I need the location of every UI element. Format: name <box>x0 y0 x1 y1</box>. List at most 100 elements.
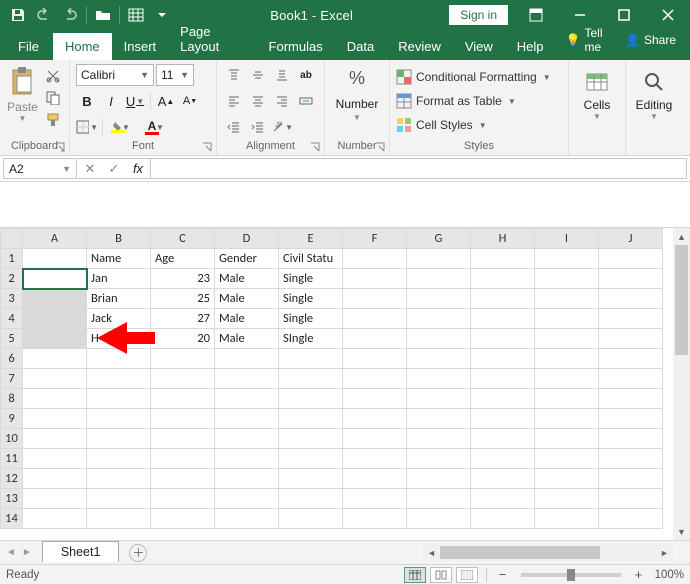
number-format-label[interactable]: Number <box>336 97 379 111</box>
save-icon[interactable] <box>6 3 30 27</box>
cell-I13[interactable] <box>535 489 599 509</box>
cell-B1[interactable]: Name <box>87 249 151 269</box>
cell-A11[interactable] <box>23 449 87 469</box>
cell-C7[interactable] <box>151 369 215 389</box>
cell-F5[interactable] <box>343 329 407 349</box>
cell-B6[interactable] <box>87 349 151 369</box>
cell-C1[interactable]: Age <box>151 249 215 269</box>
cell-E14[interactable] <box>279 509 343 529</box>
fx-label[interactable]: fx <box>126 161 150 176</box>
open-icon[interactable] <box>91 3 115 27</box>
tab-data[interactable]: Data <box>335 33 386 60</box>
grid[interactable]: ABCDEFGHIJ1NameAgeGenderCivil Statu2Jan2… <box>0 228 663 529</box>
cell-H6[interactable] <box>471 349 535 369</box>
col-header-F[interactable]: F <box>343 229 407 249</box>
cell-F2[interactable] <box>343 269 407 289</box>
cell-F6[interactable] <box>343 349 407 369</box>
cell-E8[interactable] <box>279 389 343 409</box>
cell-A10[interactable] <box>23 429 87 449</box>
sheet-nav-next[interactable]: ► <box>22 547 32 558</box>
cell-C4[interactable]: 27 <box>151 309 215 329</box>
cell-I1[interactable] <box>535 249 599 269</box>
cell-G13[interactable] <box>407 489 471 509</box>
cell-E2[interactable]: Single <box>279 269 343 289</box>
underline-button[interactable]: U▼ <box>124 90 146 112</box>
cell-D6[interactable] <box>215 349 279 369</box>
tab-home[interactable]: Home <box>53 33 112 60</box>
cell-E5[interactable]: SIngle <box>279 329 343 349</box>
decrease-font-button[interactable]: A▼ <box>179 90 201 112</box>
cell-G3[interactable] <box>407 289 471 309</box>
fill-color-button[interactable]: ▼ <box>107 116 129 138</box>
cell-E6[interactable] <box>279 349 343 369</box>
name-box[interactable]: A2 ▼ <box>3 158 77 179</box>
cell-G5[interactable] <box>407 329 471 349</box>
cell-B13[interactable] <box>87 489 151 509</box>
tab-file[interactable]: File <box>4 33 53 60</box>
cell-F14[interactable] <box>343 509 407 529</box>
col-header-B[interactable]: B <box>87 229 151 249</box>
tab-insert[interactable]: Insert <box>112 33 169 60</box>
cell-C3[interactable]: 25 <box>151 289 215 309</box>
row-header-8[interactable]: 8 <box>1 389 23 409</box>
italic-button[interactable]: I <box>100 90 122 112</box>
row-header-2[interactable]: 2 <box>1 269 23 289</box>
format-painter-button[interactable] <box>43 110 63 130</box>
cell-H13[interactable] <box>471 489 535 509</box>
col-header-D[interactable]: D <box>215 229 279 249</box>
formula-input[interactable] <box>151 158 687 179</box>
cell-A1[interactable] <box>23 249 87 269</box>
ribbon-display-options-icon[interactable] <box>514 0 558 30</box>
scroll-up-arrow[interactable]: ▲ <box>673 228 690 245</box>
view-normal-button[interactable] <box>404 567 426 583</box>
cell-J9[interactable] <box>599 409 663 429</box>
cell-A14[interactable] <box>23 509 87 529</box>
zoom-level[interactable]: 100% <box>655 569 684 581</box>
scroll-left-arrow[interactable]: ◄ <box>423 544 440 561</box>
cell-B8[interactable] <box>87 389 151 409</box>
cell-A2[interactable] <box>23 269 87 289</box>
cell-I3[interactable] <box>535 289 599 309</box>
cell-A6[interactable] <box>23 349 87 369</box>
col-header-G[interactable]: G <box>407 229 471 249</box>
cell-I10[interactable] <box>535 429 599 449</box>
cell-H10[interactable] <box>471 429 535 449</box>
clipboard-dialog-launcher[interactable] <box>55 141 65 151</box>
cells-button[interactable]: Cells ▼ <box>575 64 619 138</box>
cell-H4[interactable] <box>471 309 535 329</box>
cell-J6[interactable] <box>599 349 663 369</box>
cell-G14[interactable] <box>407 509 471 529</box>
select-all-corner[interactable] <box>1 229 23 249</box>
cell-J14[interactable] <box>599 509 663 529</box>
increase-indent-button[interactable] <box>247 116 269 138</box>
cell-J10[interactable] <box>599 429 663 449</box>
row-header-1[interactable]: 1 <box>1 249 23 269</box>
cell-H11[interactable] <box>471 449 535 469</box>
cell-E4[interactable]: Single <box>279 309 343 329</box>
cell-C6[interactable] <box>151 349 215 369</box>
format-as-table-button[interactable]: Format as Table▼ <box>396 90 562 112</box>
cell-I12[interactable] <box>535 469 599 489</box>
cell-D3[interactable]: Male <box>215 289 279 309</box>
cell-B3[interactable]: Brian <box>87 289 151 309</box>
cell-F12[interactable] <box>343 469 407 489</box>
increase-font-button[interactable]: A▲ <box>155 90 177 112</box>
cell-H7[interactable] <box>471 369 535 389</box>
cell-E11[interactable] <box>279 449 343 469</box>
cell-D5[interactable]: Male <box>215 329 279 349</box>
cell-J8[interactable] <box>599 389 663 409</box>
cell-G10[interactable] <box>407 429 471 449</box>
scroll-right-arrow[interactable]: ► <box>656 544 673 561</box>
scroll-down-arrow[interactable]: ▼ <box>673 523 690 540</box>
cell-F1[interactable] <box>343 249 407 269</box>
cell-I2[interactable] <box>535 269 599 289</box>
cell-G7[interactable] <box>407 369 471 389</box>
cell-A7[interactable] <box>23 369 87 389</box>
tab-review[interactable]: Review <box>386 33 453 60</box>
cell-D8[interactable] <box>215 389 279 409</box>
cell-G8[interactable] <box>407 389 471 409</box>
cell-styles-button[interactable]: Cell Styles▼ <box>396 114 562 136</box>
cell-A5[interactable] <box>23 329 87 349</box>
cell-E3[interactable]: Single <box>279 289 343 309</box>
cell-F8[interactable] <box>343 389 407 409</box>
